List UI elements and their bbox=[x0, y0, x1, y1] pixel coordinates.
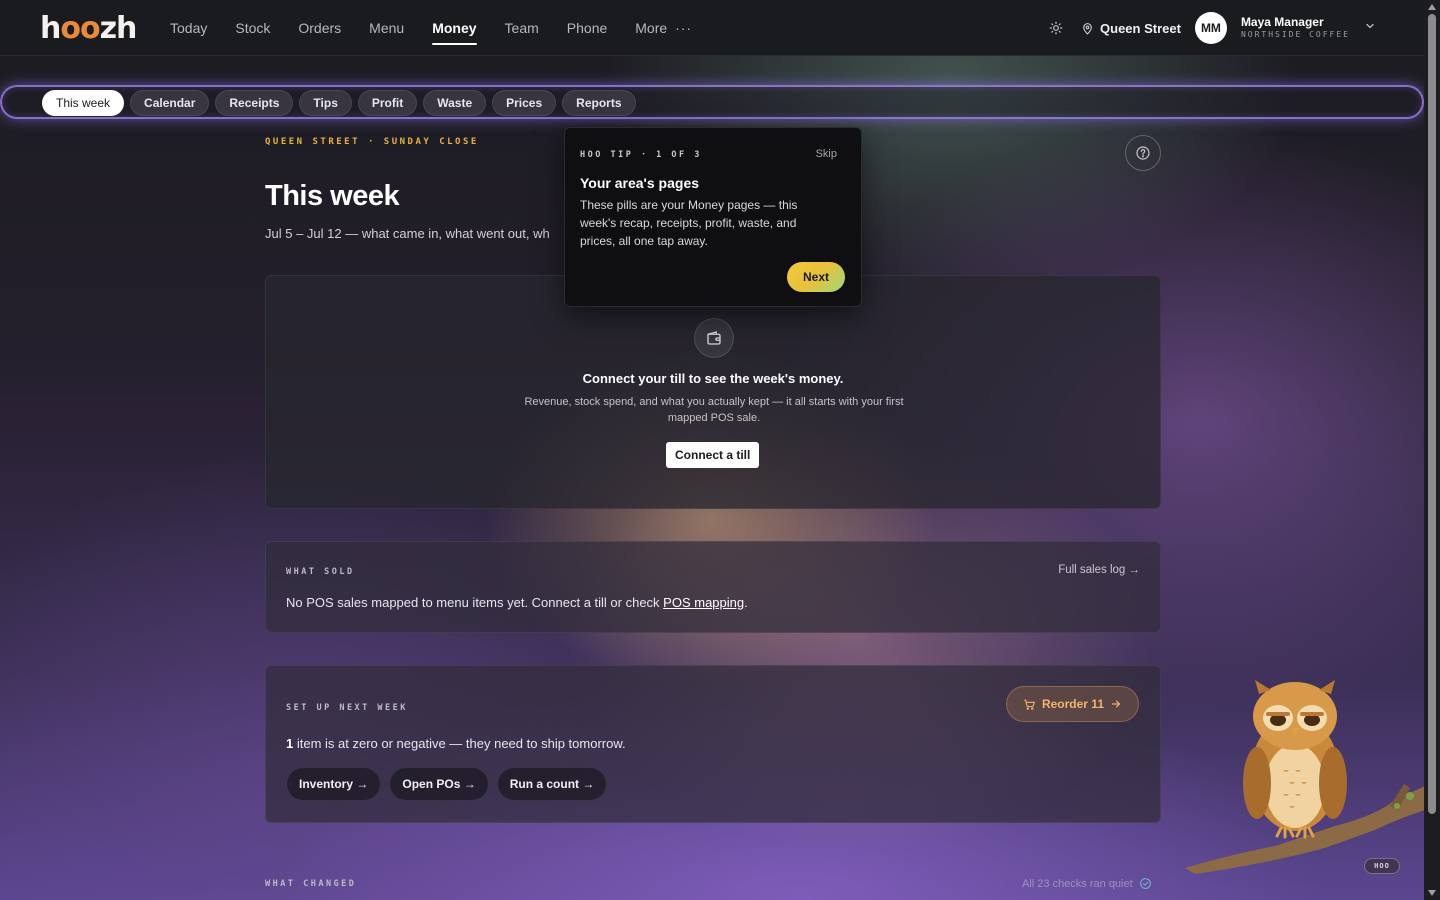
reorder-label: Reorder 11 bbox=[1041, 697, 1104, 711]
what-sold-text-post: . bbox=[744, 595, 748, 610]
cart-icon bbox=[1024, 699, 1035, 710]
nav-phone[interactable]: Phone bbox=[567, 20, 607, 36]
hoo-badge[interactable]: HOO bbox=[1364, 858, 1400, 874]
tip-skip-button[interactable]: Skip bbox=[816, 148, 837, 160]
pill-this-week[interactable]: This week bbox=[42, 90, 125, 116]
chevron-down-icon[interactable] bbox=[1364, 19, 1376, 37]
what-sold-card: WHAT SOLD Full sales log → No POS sales … bbox=[265, 541, 1161, 633]
scrollbar[interactable] bbox=[1424, 0, 1440, 900]
user-menu[interactable]: Maya Manager NORTHSIDE COFFEE bbox=[1240, 15, 1350, 40]
what-changed-label: WHAT CHANGED bbox=[265, 879, 357, 889]
nav-today[interactable]: Today bbox=[170, 20, 207, 36]
nav-stock[interactable]: Stock bbox=[235, 20, 270, 36]
user-name: Maya Manager bbox=[1240, 15, 1324, 29]
map-pin-icon bbox=[1083, 22, 1092, 35]
nav-more[interactable]: More ··· bbox=[635, 20, 692, 36]
pill-list: This week Calendar Receipts Tips Profit … bbox=[42, 90, 636, 116]
what-sold-label: WHAT SOLD bbox=[286, 567, 355, 577]
pill-reports[interactable]: Reports bbox=[562, 90, 636, 116]
sun-icon[interactable] bbox=[1045, 17, 1067, 39]
pill-calendar[interactable]: Calendar bbox=[130, 90, 210, 116]
reorder-button[interactable]: Reorder 11 bbox=[1005, 686, 1139, 722]
nav-right: Queen Street MM Maya Manager NORTHSIDE C… bbox=[1045, 0, 1376, 56]
setup-label: SET UP NEXT WEEK bbox=[286, 703, 408, 713]
scroll-thumb[interactable] bbox=[1428, 14, 1436, 814]
arrow-right-icon bbox=[1111, 700, 1121, 708]
owl-mascot[interactable] bbox=[1185, 678, 1425, 878]
checks-status: All 23 checks ran quiet bbox=[1022, 877, 1152, 890]
nav-team[interactable]: Team bbox=[505, 20, 539, 36]
pill-receipts[interactable]: Receipts bbox=[215, 90, 294, 116]
location-name: Queen Street bbox=[1100, 20, 1181, 36]
tip-next-button[interactable]: Next bbox=[787, 262, 845, 292]
setup-next-week-card: SET UP NEXT WEEK Reorder 11 1 item is at… bbox=[265, 665, 1161, 823]
main-nav: Today Stock Orders Menu Money Team Phone… bbox=[170, 0, 692, 56]
connect-till-button[interactable]: Connect a till bbox=[666, 442, 760, 468]
connect-till-card: Connect your till to see the week's mone… bbox=[265, 275, 1161, 509]
scroll-down-arrow-icon[interactable] bbox=[1427, 888, 1437, 898]
what-sold-text: No POS sales mapped to menu items yet. C… bbox=[286, 595, 748, 610]
nav-more-label: More bbox=[635, 20, 668, 36]
nav-menu[interactable]: Menu bbox=[369, 20, 404, 36]
app-root: hoozh Today Stock Orders Menu Money Team… bbox=[0, 0, 1440, 900]
avatar[interactable]: MM bbox=[1194, 12, 1227, 44]
checks-status-text: All 23 checks ran quiet bbox=[1022, 877, 1133, 890]
user-org: NORTHSIDE COFFEE bbox=[1240, 30, 1350, 40]
page-subtitle: Jul 5 – Jul 12 — what came in, what went… bbox=[265, 226, 550, 241]
wallet-icon bbox=[694, 318, 734, 358]
hoozh-logo[interactable]: hoozh bbox=[40, 11, 137, 46]
tip-title: Your area's pages bbox=[580, 175, 700, 191]
more-dots-icon: ··· bbox=[675, 20, 693, 36]
page-title: This week bbox=[265, 180, 400, 212]
nav-money[interactable]: Money bbox=[432, 20, 477, 45]
money-pages-pillbar: This week Calendar Receipts Tips Profit … bbox=[0, 85, 1424, 119]
scroll-up-arrow-icon[interactable] bbox=[1427, 2, 1437, 12]
hoo-tip-popover: HOO TIP · 1 OF 3 Skip Your area's pages … bbox=[564, 127, 862, 307]
connect-body: Revenue, stock spend, and what you actua… bbox=[524, 396, 904, 424]
top-navigation: hoozh Today Stock Orders Menu Money Team… bbox=[0, 0, 1424, 56]
what-sold-text-pre: No POS sales mapped to menu items yet. C… bbox=[286, 595, 664, 610]
check-circle-icon bbox=[1139, 878, 1151, 889]
location-selector[interactable]: Queen Street bbox=[1081, 21, 1181, 36]
tip-body: These pills are your Money pages — this … bbox=[580, 198, 798, 248]
pill-profit[interactable]: Profit bbox=[357, 90, 418, 116]
full-sales-log-link[interactable]: Full sales log → bbox=[1058, 564, 1140, 576]
setup-text-body: item is at zero or negative — they need … bbox=[293, 736, 626, 751]
tip-step-label: HOO TIP · 1 OF 3 bbox=[580, 150, 702, 160]
setup-actions: Inventory → Open POs → Run a count → bbox=[286, 767, 608, 801]
pill-tips[interactable]: Tips bbox=[299, 90, 352, 116]
pos-mapping-link[interactable]: POS mapping bbox=[663, 595, 744, 610]
setup-text: 1 item is at zero or negative — they nee… bbox=[286, 736, 626, 751]
pill-prices[interactable]: Prices bbox=[492, 90, 557, 116]
connect-title: Connect your till to see the week's mone… bbox=[582, 371, 844, 386]
pill-waste[interactable]: Waste bbox=[423, 90, 487, 116]
inventory-button[interactable]: Inventory → bbox=[286, 767, 382, 801]
question-circle-icon[interactable] bbox=[1125, 135, 1161, 171]
nav-orders[interactable]: Orders bbox=[298, 20, 341, 36]
open-pos-button[interactable]: Open POs → bbox=[389, 767, 489, 801]
page-eyebrow: QUEEN STREET · SUNDAY CLOSE bbox=[265, 137, 479, 147]
run-count-button[interactable]: Run a count → bbox=[496, 767, 608, 801]
